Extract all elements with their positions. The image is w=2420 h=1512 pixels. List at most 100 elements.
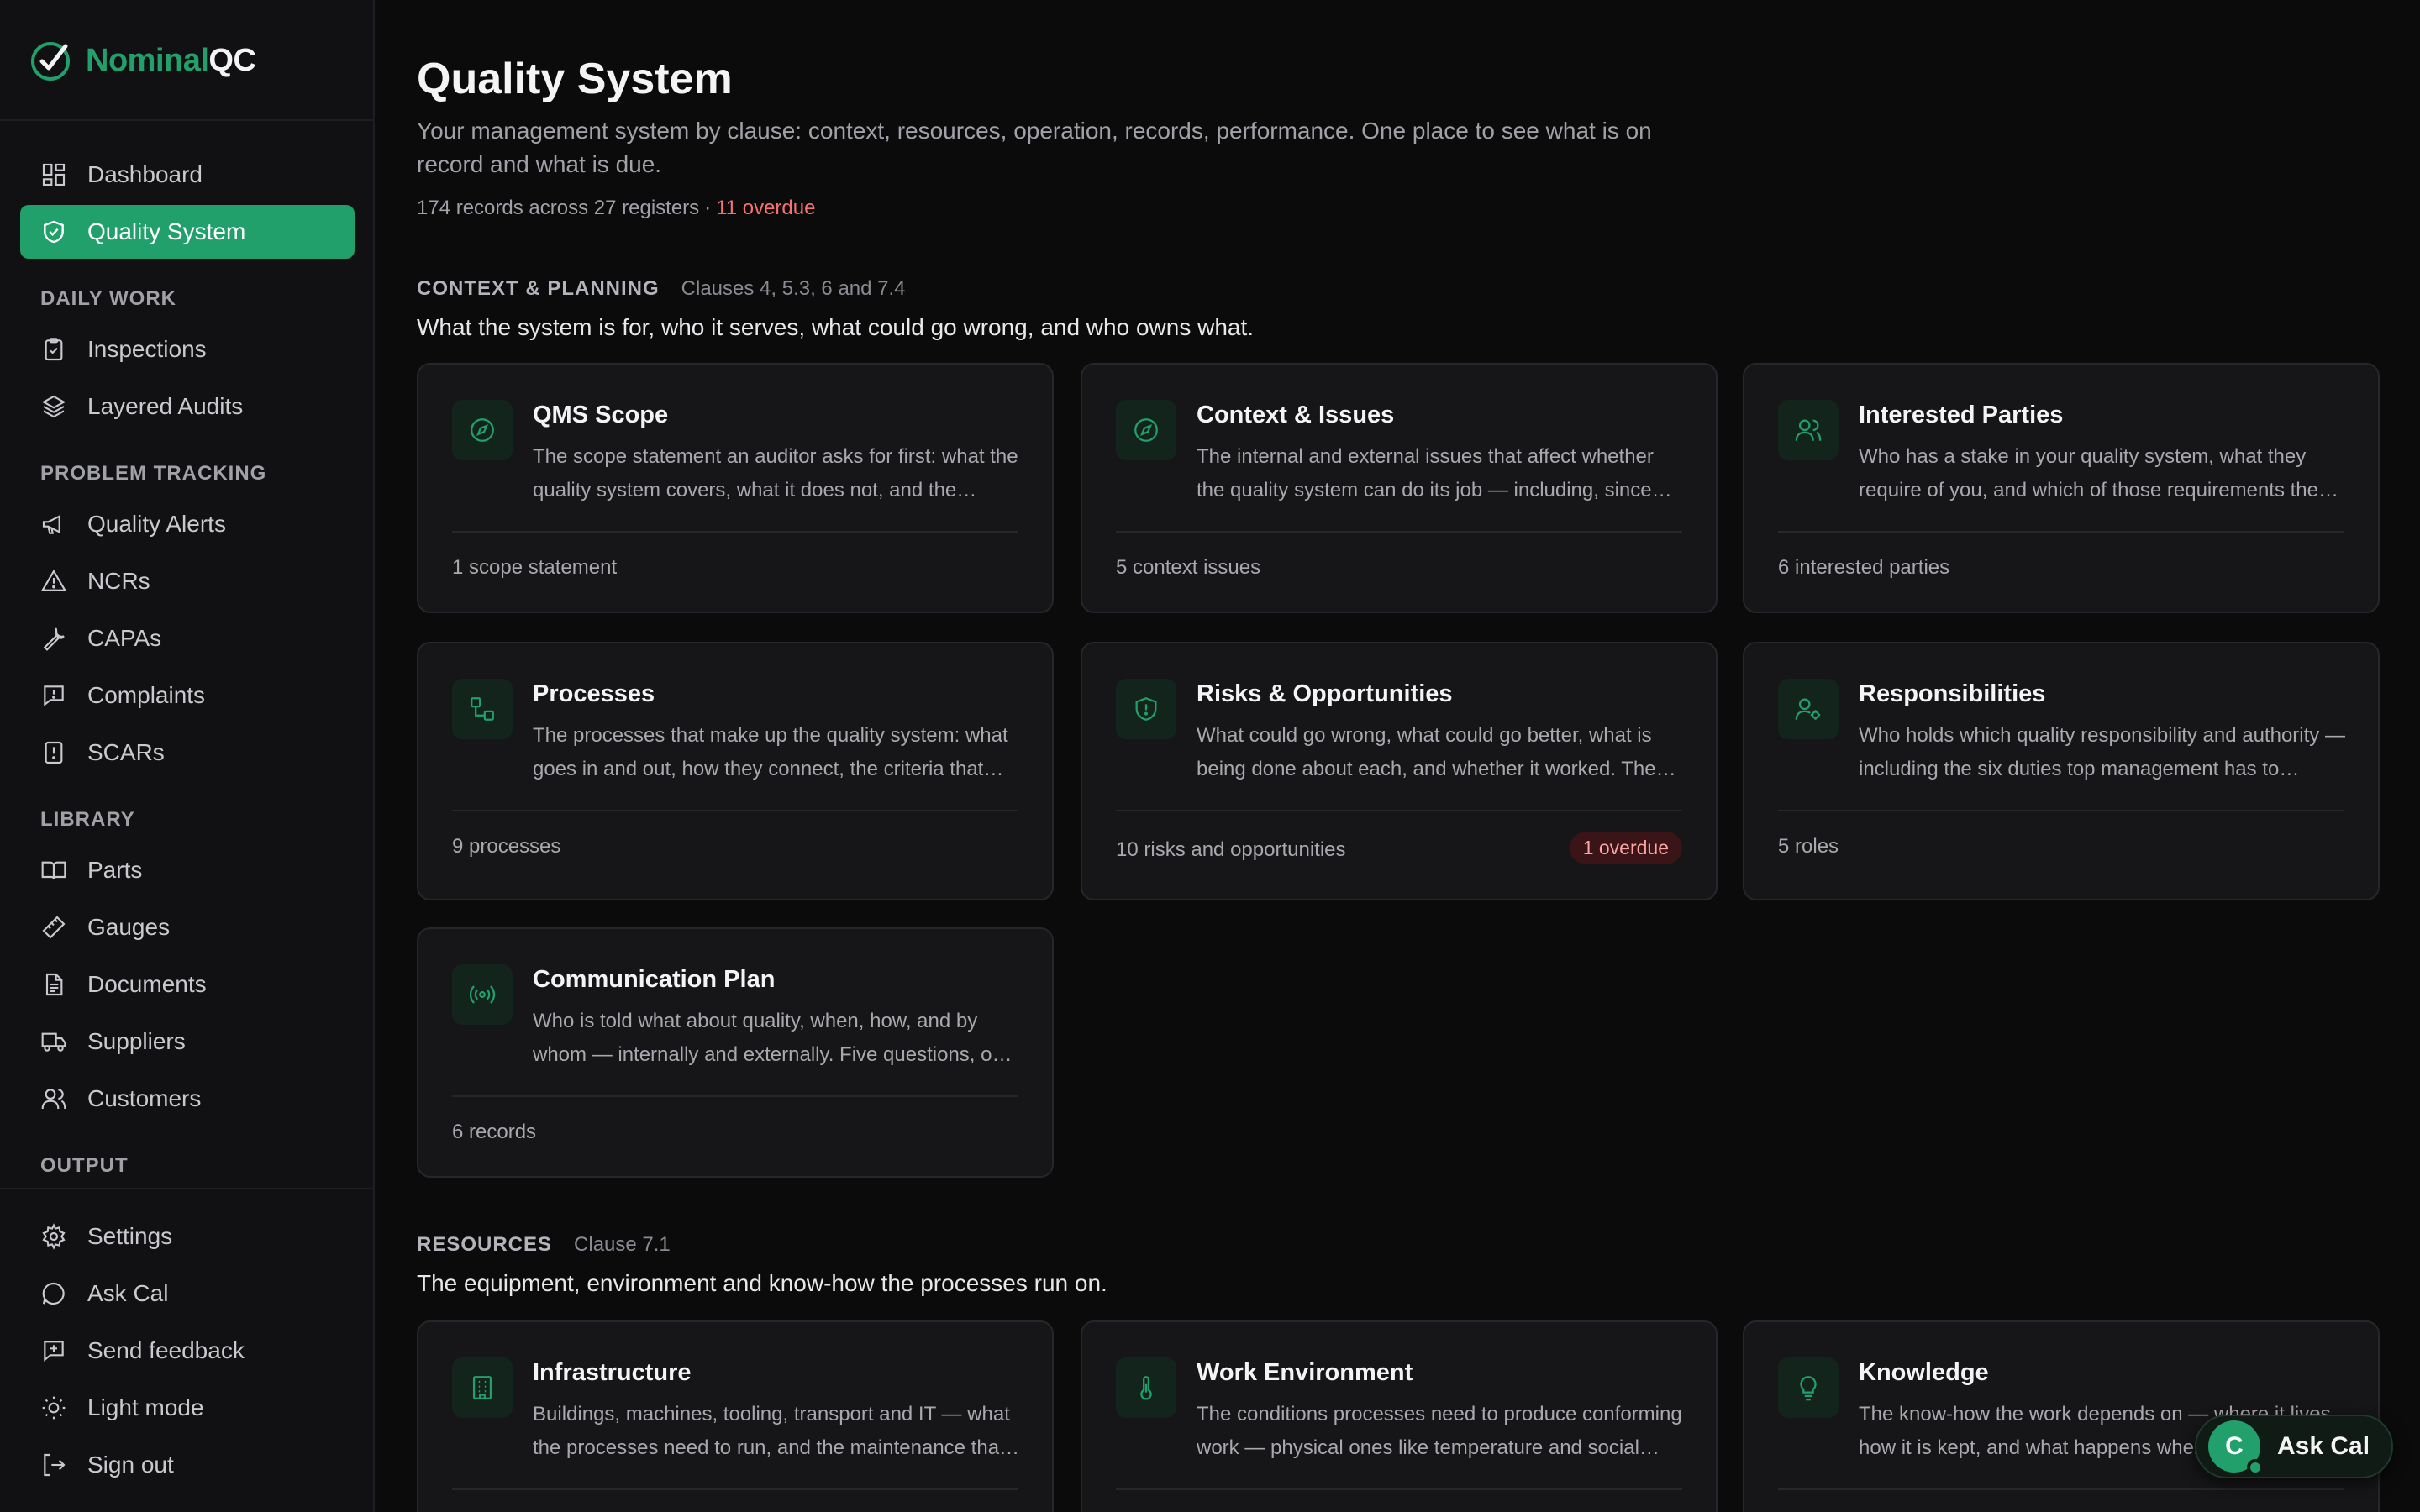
card-description: Who is told what about quality, when, ho…: [533, 1010, 1015, 1066]
card-context-issues[interactable]: Context & Issues The internal and extern…: [1081, 363, 1718, 613]
wrench-icon: [43, 627, 65, 651]
card-interested-parties[interactable]: Interested Parties Who has a stake in yo…: [1743, 363, 2380, 613]
ask-cal-button[interactable]: C Ask Cal: [2195, 1415, 2393, 1478]
sidebar-item-label: Complaints: [87, 682, 206, 708]
sidebar-item-label: Settings: [87, 1223, 173, 1249]
card-description: The scope statement an auditor asks for …: [533, 445, 1018, 501]
file-alert-icon: [45, 741, 63, 764]
overdue-count[interactable]: 11 overdue: [716, 197, 815, 219]
message-plus-icon: [44, 1341, 64, 1362]
user-cog-icon: [1795, 698, 1821, 720]
sidebar-item-inspections[interactable]: Inspections: [20, 323, 355, 376]
card-description: Who holds which quality responsibility a…: [1859, 724, 2345, 780]
card-title: QMS Scope: [533, 402, 669, 428]
sidebar-item-label: Quality System: [87, 218, 246, 244]
nav-section-output: OUTPUT: [40, 1154, 129, 1177]
sidebar-item-send-feedback[interactable]: Send feedback: [20, 1324, 355, 1378]
file-text-icon: [45, 973, 63, 996]
card-title: Knowledge: [1859, 1359, 1989, 1386]
nav-section-library: LIBRARY: [40, 808, 135, 831]
building-icon: [472, 1376, 492, 1399]
brand-name: NominalQC: [86, 42, 256, 78]
dashboard-icon: [42, 163, 66, 186]
chat-bubble-icon: [42, 1282, 65, 1305]
ruler-icon: [42, 916, 66, 939]
sidebar-item-suppliers[interactable]: Suppliers: [20, 1015, 355, 1068]
card-responsibilities[interactable]: Responsibilities Who holds which quality…: [1743, 642, 2380, 900]
sidebar-item-sign-out[interactable]: Sign out: [20, 1438, 355, 1492]
sign-out-icon: [44, 1453, 66, 1477]
card-risks-opportunities[interactable]: Risks & Opportunities What could go wron…: [1081, 642, 1718, 900]
card-title: Processes: [533, 680, 655, 707]
sidebar-item-quality-system[interactable]: Quality System: [20, 205, 355, 259]
online-indicator: [2247, 1459, 2264, 1476]
nav-section-problem-tracking: PROBLEM TRACKING: [40, 462, 267, 485]
sidebar-item-label: Suppliers: [87, 1028, 186, 1054]
card-count: 6 records: [452, 1121, 537, 1143]
message-alert-icon: [44, 685, 64, 706]
card-title: Communication Plan: [533, 966, 776, 993]
sidebar-item-light-mode[interactable]: Light mode: [20, 1381, 355, 1435]
card-infrastructure[interactable]: Infrastructure Buildings, machines, tool…: [417, 1320, 1054, 1512]
sidebar-item-label: Customers: [87, 1085, 202, 1111]
section-header-resources: RESOURCES Clause 7.1: [417, 1233, 671, 1256]
sidebar-item-settings[interactable]: Settings: [20, 1210, 355, 1263]
card-qms-scope[interactable]: QMS Scope The scope statement an auditor…: [417, 363, 1054, 613]
sidebar-item-label: CAPAs: [87, 625, 162, 651]
sidebar-item-label: Layered Audits: [87, 393, 244, 419]
sidebar-item-label: Send feedback: [87, 1337, 245, 1363]
page-subtitle: Your management system by clause: contex…: [417, 118, 1652, 177]
sidebar-item-label: Documents: [87, 971, 207, 997]
sidebar-item-capas[interactable]: CAPAs: [20, 612, 355, 665]
sidebar: NominalQC Dashboard Quality System DAILY…: [0, 0, 375, 1512]
sidebar-item-label: Gauges: [87, 914, 171, 940]
clipboard-check-icon: [45, 338, 63, 361]
megaphone-icon: [42, 514, 60, 534]
sidebar-item-gauges[interactable]: Gauges: [20, 900, 355, 954]
sidebar-item-quality-alerts[interactable]: Quality Alerts: [20, 497, 355, 551]
users-icon: [1795, 419, 1822, 441]
sidebar-item-ask-cal[interactable]: Ask Cal: [20, 1267, 355, 1320]
card-title: Risks & Opportunities: [1197, 680, 1453, 707]
sidebar-item-customers[interactable]: Customers: [20, 1072, 355, 1126]
sidebar-item-label: Dashboard: [87, 161, 203, 187]
broadcast-icon: [469, 985, 496, 1004]
sidebar-item-label: Ask Cal: [87, 1280, 169, 1306]
sidebar-item-scars[interactable]: SCARs: [20, 726, 355, 780]
card-count: 5 roles: [1778, 835, 1839, 858]
shield-check-icon: [44, 220, 64, 244]
avatar: C: [2208, 1420, 2264, 1476]
brand[interactable]: NominalQC: [29, 37, 256, 84]
card-title: Responsibilities: [1859, 680, 2046, 707]
card-communication-plan[interactable]: Communication Plan Who is told what abou…: [417, 927, 1054, 1178]
gear-icon: [42, 1223, 66, 1250]
section-header-context: CONTEXT & PLANNING Clauses 4, 5.3, 6 and…: [417, 277, 906, 300]
users-icon: [41, 1089, 66, 1110]
card-count: 10 risks and opportunities: [1116, 838, 1346, 861]
sidebar-item-documents[interactable]: Documents: [20, 958, 355, 1011]
card-title: Interested Parties: [1859, 402, 2064, 428]
sidebar-item-dashboard[interactable]: Dashboard: [20, 148, 355, 202]
card-description: What could go wrong, what could go bette…: [1197, 724, 1656, 780]
card-title: Work Environment: [1197, 1359, 1413, 1386]
sidebar-item-parts[interactable]: Parts: [20, 843, 355, 897]
card-processes[interactable]: Processes The processes that make up the…: [417, 642, 1054, 900]
page-title: Quality System: [417, 55, 733, 103]
sidebar-item-label: Sign out: [87, 1452, 174, 1478]
sidebar-item-ncrs[interactable]: NCRs: [20, 554, 355, 608]
card-count: 1 scope statement: [452, 556, 618, 579]
sidebar-item-complaints[interactable]: Complaints: [20, 669, 355, 722]
card-count: 6 interested parties: [1778, 556, 1950, 579]
card-work-environment[interactable]: Work Environment The conditions processe…: [1081, 1320, 1718, 1512]
sidebar-item-label: NCRs: [87, 568, 150, 594]
sidebar-item-label: Inspections: [87, 336, 207, 362]
page-meta: 174 records across 27 registers · 11 overd…: [417, 197, 816, 219]
card-description: Who has a stake in your quality system, …: [1859, 445, 2318, 501]
sidebar-item-layered-audits[interactable]: Layered Audits: [20, 380, 355, 433]
divider: [0, 119, 375, 121]
compass-icon: [1134, 418, 1158, 442]
compass-icon: [471, 418, 494, 442]
overdue-badge: 1 overdue: [1569, 832, 1682, 864]
truck-icon: [41, 1032, 66, 1052]
section-description: What the system is for, who it serves, w…: [417, 314, 1255, 340]
